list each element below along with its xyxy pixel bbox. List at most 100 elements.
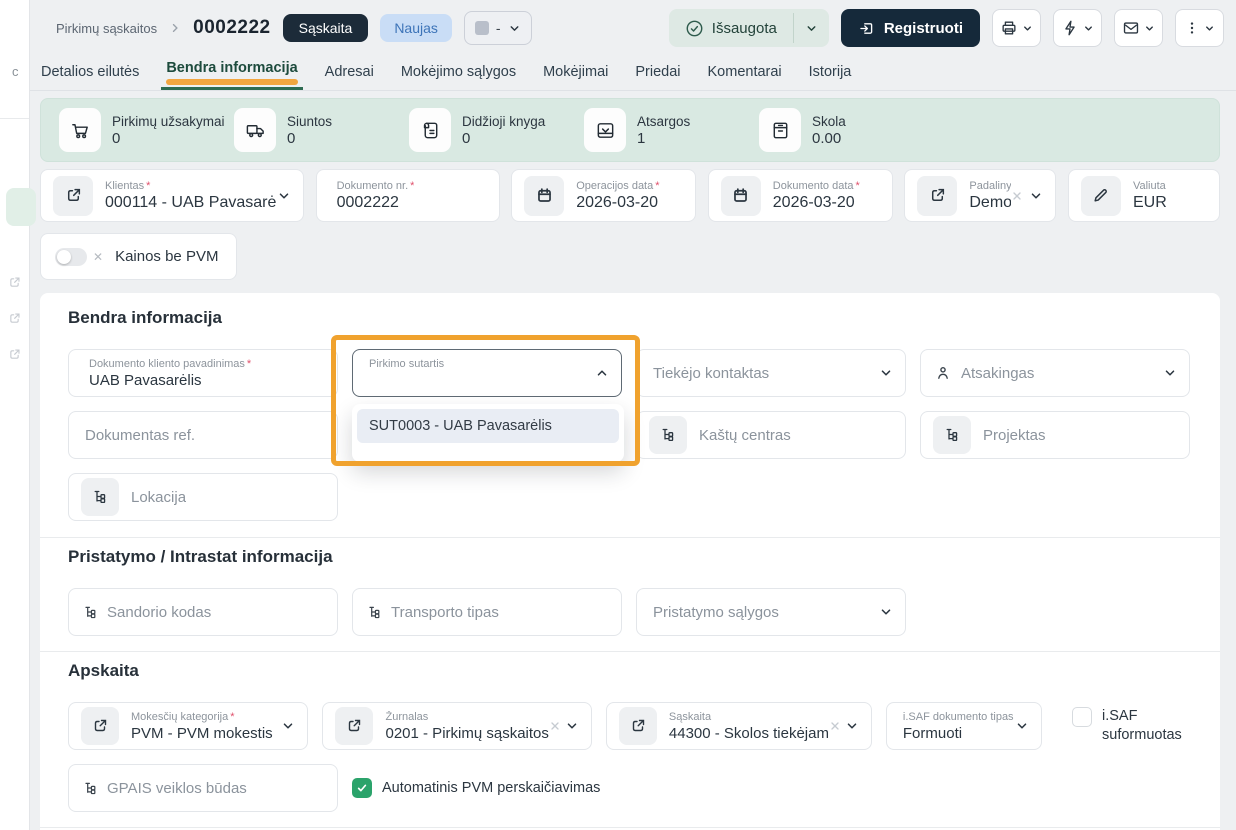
email-button[interactable]	[1114, 9, 1163, 47]
divider	[40, 537, 1220, 538]
external-link-icon	[53, 176, 93, 216]
tab-detalios-eilutes[interactable]: Detalios eilutės	[41, 64, 139, 90]
tiekejo-kontaktas-field[interactable]: Tiekėjo kontaktas	[636, 349, 906, 397]
toggle-clear-icon[interactable]: ✕	[93, 250, 103, 264]
zurnalas-field[interactable]: Žurnalas0201 - Pirkimų sąskaitos	[322, 702, 591, 750]
gpais-veiklos-budas-field[interactable]: GPAIS veiklos būdas	[68, 764, 338, 812]
inventory-icon	[584, 108, 626, 152]
isaf-suformuotas-checkbox[interactable]	[1072, 707, 1092, 727]
chevron-down-icon[interactable]	[1029, 189, 1043, 203]
envelope-icon	[1122, 19, 1140, 37]
cart-icon	[59, 108, 101, 152]
divider	[40, 827, 1220, 828]
external-link-icon	[8, 312, 21, 325]
kainos-be-pvm-toggle[interactable]	[55, 248, 87, 266]
chevron-up-icon[interactable]	[595, 366, 609, 380]
active-tab-indicator	[161, 87, 303, 90]
section-title-accounting: Apskaita	[68, 661, 1192, 681]
dokumento-kliento-pavadinimas-field[interactable]: Dokumento kliento pavadinimas*UAB Pavasa…	[68, 349, 338, 397]
color-swatch	[475, 21, 489, 35]
register-button[interactable]: Registruoti	[841, 9, 980, 47]
tab-mokejimo-salygos[interactable]: Mokėjimo sąlygos	[401, 64, 516, 90]
pirkimo-sutartis-field[interactable]: Pirkimo sutartis	[352, 349, 622, 397]
valiuta-field[interactable]: ValiutaEUR	[1068, 169, 1220, 222]
stat-purchase-orders[interactable]: Pirkimų užsakymai0	[59, 108, 234, 152]
tab-priedai[interactable]: Priedai	[635, 64, 680, 90]
transporto-tipas-field[interactable]: Transporto tipas	[352, 588, 622, 636]
left-panel-sliver: c	[0, 0, 30, 830]
truck-icon	[234, 108, 276, 152]
dokumento-data-field[interactable]: Dokumento data*2026-03-20	[708, 169, 893, 222]
document-type-badge: Sąskaita	[283, 14, 369, 42]
calendar-icon	[721, 176, 761, 216]
dokumentas-ref-field[interactable]: Dokumentas ref.	[68, 411, 338, 459]
tab-komentarai[interactable]: Komentarai	[708, 64, 782, 90]
more-menu-button[interactable]	[1175, 9, 1224, 47]
tab-highlight-annotation	[166, 79, 297, 85]
saskaita-field[interactable]: Sąskaita44300 - Skolos tiekėjams už	[606, 702, 872, 750]
breadcrumb-chevron-icon	[169, 22, 181, 34]
debt-icon	[759, 108, 801, 152]
chevron-down-icon	[1083, 23, 1094, 34]
klientas-field[interactable]: Klientas*000114 - UAB Pavasarėlis	[40, 169, 304, 222]
clear-icon[interactable]	[829, 720, 841, 732]
breadcrumb[interactable]: Pirkimų sąskaitos	[56, 21, 157, 36]
tree-select-icon	[83, 781, 98, 796]
tree-select-icon	[649, 416, 687, 454]
operacijos-data-field[interactable]: Operacijos data*2026-03-20	[511, 169, 696, 222]
chevron-down-icon	[508, 22, 521, 35]
kebab-icon	[1184, 20, 1200, 36]
saved-split-button[interactable]: Išsaugota	[669, 9, 829, 47]
saved-label: Išsaugota	[712, 20, 777, 37]
mokesciu-kategorija-field[interactable]: Mokesčių kategorija*PVM - PVM mokestis	[68, 702, 308, 750]
chevron-down-icon[interactable]	[281, 719, 295, 733]
chevron-down-icon	[1022, 23, 1033, 34]
stat-shipments[interactable]: Siuntos0	[234, 108, 409, 152]
sandorio-kodas-field[interactable]: Sandorio kodas	[68, 588, 338, 636]
section-title-delivery: Pristatymo / Intrastat informacija	[68, 547, 1192, 567]
color-select[interactable]: -	[464, 11, 532, 45]
kastu-centras-field[interactable]: Kaštų centras	[636, 411, 906, 459]
atsakingas-field[interactable]: Atsakingas	[920, 349, 1190, 397]
saved-dropdown-toggle[interactable]	[794, 9, 829, 47]
chevron-down-icon[interactable]	[845, 719, 859, 733]
stat-general-ledger[interactable]: Didžioji knyga0	[409, 108, 584, 152]
divider	[40, 651, 1220, 652]
isaf-suformuotas-checkbox-group: i.SAF suformuotas	[1072, 702, 1192, 750]
chevron-down-icon[interactable]	[879, 605, 893, 619]
automatinis-pvm-checkbox-group: Automatinis PVM perskaičiavimas	[352, 764, 600, 812]
chevron-down-icon[interactable]	[565, 719, 579, 733]
tab-bar: Detalios eilutės Bendra informacija Adre…	[30, 56, 1236, 91]
dokumento-nr-field[interactable]: Dokumento nr.*0002222	[316, 169, 500, 222]
actions-button[interactable]	[1053, 9, 1102, 47]
tab-mokejimai[interactable]: Mokėjimai	[543, 64, 608, 90]
tab-adresai[interactable]: Adresai	[325, 64, 374, 90]
automatinis-pvm-checkbox[interactable]	[352, 778, 372, 798]
tree-select-icon	[81, 478, 119, 516]
external-link-icon	[8, 348, 21, 361]
external-link-icon	[917, 176, 957, 216]
divider	[0, 118, 29, 119]
tab-istorija[interactable]: Istorija	[809, 64, 852, 90]
color-select-value: -	[496, 20, 501, 36]
dropdown-option[interactable]: SUT0003 - UAB Pavasarėlis	[357, 409, 619, 443]
clear-icon[interactable]	[549, 720, 561, 732]
chevron-down-icon[interactable]	[277, 189, 291, 203]
lightning-icon	[1061, 19, 1079, 37]
projektas-field[interactable]: Projektas	[920, 411, 1190, 459]
external-link-icon	[335, 707, 373, 745]
print-button[interactable]	[992, 9, 1041, 47]
chevron-down-icon[interactable]	[879, 366, 893, 380]
printer-icon	[1000, 19, 1018, 37]
tab-bendra-informacija[interactable]: Bendra informacija	[166, 60, 297, 90]
stat-debt[interactable]: Skola0.00	[759, 108, 934, 152]
isaf-dokumento-tipas-field[interactable]: i.SAF dokumento tipasFormuoti	[886, 702, 1042, 750]
lokacija-field[interactable]: Lokacija	[68, 473, 338, 521]
clear-icon[interactable]	[1011, 190, 1023, 202]
chevron-down-icon[interactable]	[1163, 366, 1177, 380]
pristatymo-salygos-field[interactable]: Pristatymo sąlygos	[636, 588, 906, 636]
saved-button[interactable]: Išsaugota	[669, 9, 793, 47]
stat-inventory[interactable]: Atsargos1	[584, 108, 759, 152]
padalinys-field[interactable]: PadalinysDemo	[904, 169, 1056, 222]
chevron-down-icon[interactable]	[1015, 719, 1029, 733]
